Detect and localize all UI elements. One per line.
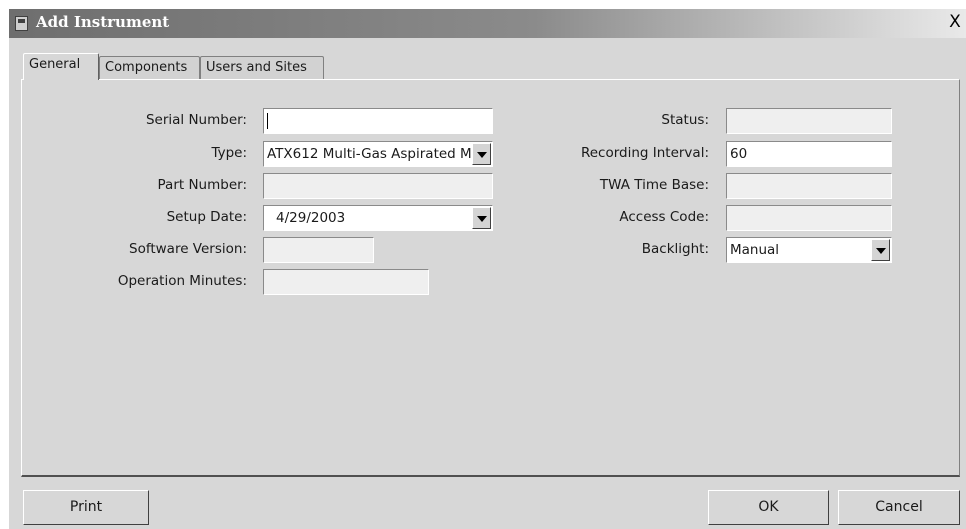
serial-number-input[interactable] [263,108,493,134]
serial-number-label: Serial Number: [145,112,247,128]
setup-date-value: 4/29/2003 [276,210,346,226]
recording-interval-input[interactable]: 60 [726,141,892,167]
backlight-label: Backlight: [641,241,709,257]
instrument-window-icon [15,16,28,31]
text-caret [267,113,268,129]
software-version-label: Software Version: [129,241,247,257]
recording-interval-label: Recording Interval: [580,145,709,161]
twa-time-base-input[interactable] [726,173,892,199]
access-code-input[interactable] [726,205,892,231]
status-label: Status: [661,112,709,128]
software-version-input[interactable] [263,237,374,263]
window-title: Add Instrument [36,13,170,31]
operation-minutes-label: Operation Minutes: [117,273,247,289]
setup-date-picker[interactable]: 4/29/2003 [263,205,493,231]
type-value: ATX612 Multi-Gas Aspirated M [267,146,472,162]
twa-time-base-label: TWA Time Base: [599,177,709,193]
type-label: Type: [211,145,247,161]
cancel-button[interactable]: Cancel [838,490,960,525]
ok-button[interactable]: OK [708,490,829,525]
tab-users-and-sites[interactable]: Users and Sites [200,56,324,79]
chevron-down-icon[interactable] [472,143,491,165]
close-icon[interactable]: X [946,12,964,32]
access-code-label: Access Code: [619,209,709,225]
part-number-label: Part Number: [157,177,247,193]
backlight-select[interactable]: Manual [726,237,892,263]
part-number-input[interactable] [263,173,493,199]
operation-minutes-input[interactable] [263,269,429,295]
setup-date-label: Setup Date: [166,209,247,225]
chevron-down-icon[interactable] [871,239,890,261]
print-button[interactable]: Print [23,490,149,525]
type-select[interactable]: ATX612 Multi-Gas Aspirated M [263,141,493,167]
add-instrument-dialog: Add Instrument X General Components User… [9,9,966,529]
backlight-value: Manual [730,242,780,258]
tab-components[interactable]: Components [99,56,200,79]
title-bar[interactable]: Add Instrument X [9,9,966,38]
chevron-down-icon[interactable] [472,207,491,229]
status-input[interactable] [726,108,892,134]
tab-general[interactable]: General [23,53,99,80]
